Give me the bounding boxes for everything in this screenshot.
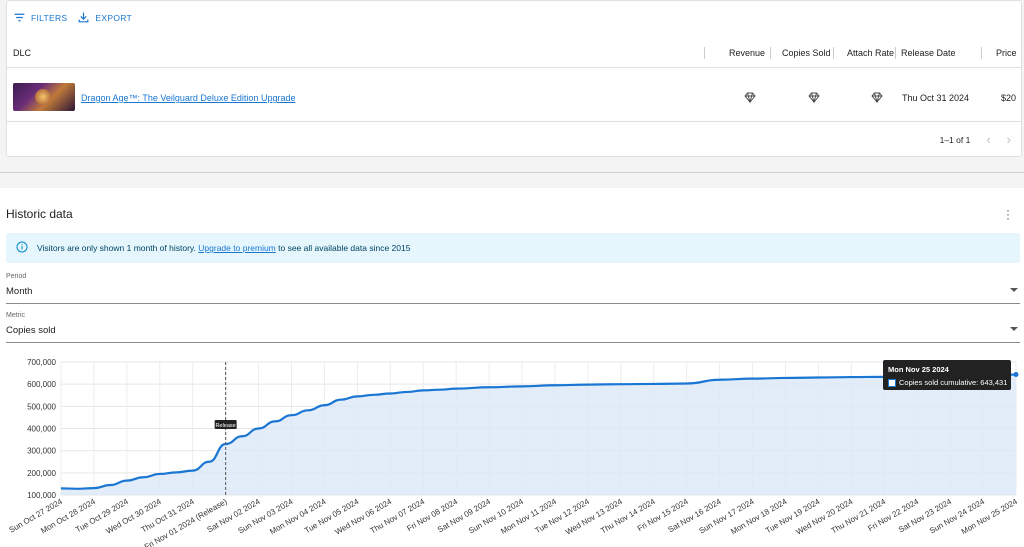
column-separator — [895, 47, 896, 59]
x-tick-label: Mon Nov 25 2024 — [960, 497, 1020, 537]
column-separator — [704, 47, 705, 59]
x-tick-label: Sun Oct 27 2024 — [7, 497, 64, 535]
release-annotation-label: Release — [216, 423, 236, 429]
upgrade-link[interactable]: Upgrade to premium — [198, 243, 275, 253]
info-text: Visitors are only shown 1 month of histo… — [37, 243, 410, 253]
x-tick-label: Wed Nov 06 2024 — [333, 497, 393, 537]
x-tick-label: Mon Nov 04 2024 — [268, 497, 328, 537]
metric-value: Copies sold — [6, 325, 56, 336]
tooltip-value: Copies sold cumulative: 643,431 — [899, 378, 1008, 387]
x-tick-label: Sun Nov 03 2024 — [236, 497, 295, 536]
y-tick-label: 300,000 — [27, 447, 56, 456]
x-tick-label: Mon Nov 11 2024 — [499, 497, 558, 536]
column-header-copies-sold[interactable]: Copies Sold — [782, 48, 831, 58]
historic-data-panel: Historic data · · · Visitors are only show… — [0, 188, 1024, 547]
column-header-release-date[interactable]: Release Date — [901, 48, 956, 58]
period-label: Period — [6, 273, 27, 280]
period-value: Month — [6, 286, 33, 297]
x-tick-label: Sun Nov 24 2024 — [928, 497, 987, 536]
copies-sold-chart[interactable]: 100,000 200,000 300,000 400,000 500,000 600,0… — [0, 358, 1024, 547]
caret-down-icon — [1010, 288, 1018, 292]
y-tick-label: 600,000 — [27, 380, 56, 389]
section-title: Historic data — [6, 207, 73, 221]
table-row: Dragon Age™: The Veilguard Deluxe Editio… — [7, 75, 1021, 122]
y-tick-label: 100,000 — [27, 491, 56, 500]
x-tick-label: Mon Nov 18 2024 — [729, 497, 789, 537]
y-tick-label: 200,000 — [27, 469, 56, 478]
caret-down-icon — [1010, 327, 1018, 331]
filters-button[interactable]: FILTERS — [13, 11, 67, 24]
section-divider — [0, 172, 1024, 173]
chevron-right-icon[interactable]: › — [1007, 132, 1011, 147]
column-header-attach-rate[interactable]: Attach Rate — [847, 48, 894, 58]
more-vert-icon[interactable]: · · · — [1006, 204, 1010, 224]
pagination-range: 1–1 of 1 — [939, 134, 971, 145]
info-message: Visitors are only shown 1 month of histo… — [37, 243, 196, 253]
column-separator — [833, 47, 834, 59]
export-label: EXPORT — [95, 12, 133, 23]
diamond-icon[interactable] — [744, 92, 756, 103]
y-tick-label: 400,000 — [27, 425, 56, 434]
y-tick-label: 700,000 — [27, 358, 56, 367]
legend-swatch — [888, 378, 896, 387]
info-tail: to see all available data since 2015 — [275, 243, 411, 253]
download-icon — [78, 12, 89, 23]
column-separator — [770, 47, 771, 59]
y-tick-label: 500,000 — [27, 402, 56, 411]
x-tick-label: Sun Nov 17 2024 — [698, 497, 757, 536]
diamond-icon[interactable] — [871, 92, 883, 103]
x-tick-label: Wed Nov 13 2024 — [564, 497, 624, 537]
metric-label: Metric — [6, 312, 26, 319]
dlc-name-link[interactable]: Dragon Age™: The Veilguard Deluxe Editio… — [81, 93, 295, 103]
filters-label: FILTERS — [31, 12, 68, 23]
price-cell: $20 — [1001, 93, 1017, 103]
column-header-price[interactable]: Price — [996, 48, 1017, 58]
x-tick-label: Wed Nov 20 2024 — [795, 497, 855, 537]
info-icon — [16, 241, 28, 253]
info-banner: Visitors are only shown 1 month of histo… — [6, 233, 1020, 263]
tooltip-title: Mon Nov 25 2024 — [888, 365, 949, 374]
chart-tooltip: Mon Nov 25 2024 Copies sold cumulative: … — [883, 360, 1011, 390]
metric-select[interactable]: Metric Copies sold — [6, 312, 1020, 343]
x-tick-label: Sun Nov 10 2024 — [467, 497, 526, 536]
data-point — [1013, 372, 1019, 378]
column-header-revenue[interactable]: Revenue — [729, 48, 765, 58]
column-separator — [981, 47, 982, 59]
chevron-left-icon[interactable]: ‹ — [986, 132, 990, 147]
dlc-card: FILTERS EXPORT DLC Revenue Copies Sold A… — [6, 0, 1022, 157]
series-area — [61, 374, 1016, 495]
column-header-dlc[interactable]: DLC — [13, 48, 31, 58]
x-tick-label: Wed Oct 30 2024 — [104, 497, 163, 536]
diamond-icon[interactable] — [808, 92, 820, 103]
tooltip-line: Copies sold cumulative: 643,431 — [888, 378, 1007, 387]
release-date-cell: Thu Oct 31 2024 — [902, 93, 970, 103]
dlc-thumbnail — [13, 83, 75, 111]
filter-icon — [14, 13, 25, 22]
table-pagination: 1–1 of 1 ‹ › — [940, 132, 1011, 147]
table-toolbar: FILTERS EXPORT — [13, 11, 132, 24]
table-header: DLC Revenue Copies Sold Attach Rate Rele… — [7, 39, 1021, 68]
period-select[interactable]: Period Month — [6, 273, 1020, 304]
export-button[interactable]: EXPORT — [77, 11, 132, 24]
